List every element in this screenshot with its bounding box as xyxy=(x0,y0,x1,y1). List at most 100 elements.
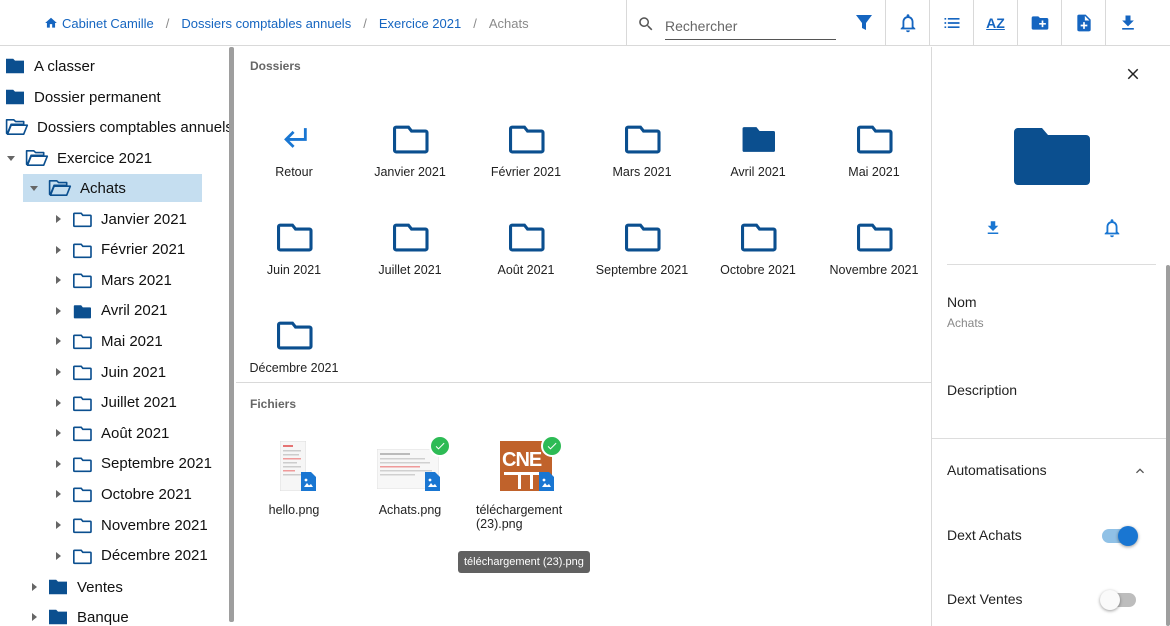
section-divider xyxy=(236,382,931,383)
tree-item-label: Mars 2021 xyxy=(101,271,172,289)
folder-label: Juillet 2021 xyxy=(378,263,442,277)
tree-item-label: Février 2021 xyxy=(101,241,186,259)
tree-item-achats[interactable]: Achats xyxy=(23,174,202,202)
chevron-right-icon[interactable] xyxy=(51,336,65,346)
automation-label: Dext Ventes xyxy=(947,591,1023,607)
download-icon xyxy=(1121,15,1134,30)
filter-icon[interactable] xyxy=(852,11,876,35)
tree-item-month[interactable]: Août 2021 xyxy=(51,419,169,447)
search-box xyxy=(626,0,842,46)
tree-item-label: Dossiers comptables annuels xyxy=(37,118,233,136)
folder-tile[interactable]: Janvier 2021 xyxy=(352,97,468,187)
tree-item-month[interactable]: Novembre 2021 xyxy=(51,511,208,539)
folder-tile[interactable]: Octobre 2021 xyxy=(700,195,816,285)
chevron-down-icon[interactable] xyxy=(27,183,41,193)
back-button[interactable]: Retour xyxy=(236,97,352,187)
chevron-right-icon[interactable] xyxy=(27,582,41,592)
breadcrumb-cabinet[interactable]: Cabinet Camille xyxy=(62,16,154,31)
close-icon[interactable] xyxy=(1124,65,1142,83)
chevron-right-icon[interactable] xyxy=(51,367,65,377)
chevron-right-icon[interactable] xyxy=(51,245,65,255)
dext-achats-toggle[interactable] xyxy=(1102,526,1138,546)
folder-tile[interactable]: Mars 2021 xyxy=(584,97,700,187)
breadcrumb-separator: / xyxy=(363,15,367,31)
folder-tile[interactable]: Septembre 2021 xyxy=(584,195,700,285)
search-input[interactable] xyxy=(665,13,836,40)
tree-item-banque[interactable]: Banque xyxy=(27,603,129,626)
download-icon[interactable] xyxy=(984,219,1002,237)
folder-tile[interactable]: Avril 2021 xyxy=(700,97,816,187)
folder-icon xyxy=(625,125,661,154)
list-view-button[interactable] xyxy=(929,0,973,46)
bell-icon[interactable] xyxy=(1101,217,1123,239)
tree-item-dossier-permanent[interactable]: Dossier permanent xyxy=(4,83,161,111)
automations-header[interactable]: Automatisations xyxy=(947,462,1047,478)
tree-item-month[interactable]: Avril 2021 xyxy=(51,297,167,325)
folder-tile[interactable]: Juillet 2021 xyxy=(352,195,468,285)
new-file-button[interactable] xyxy=(1061,0,1105,46)
tree-item-label: A classer xyxy=(34,57,95,75)
chevron-right-icon[interactable] xyxy=(51,459,65,469)
file-item-telechargement[interactable]: CNE téléchargement (23).png xyxy=(468,435,584,531)
folder-tile[interactable]: Août 2021 xyxy=(468,195,584,285)
chevron-up-icon[interactable] xyxy=(1132,463,1148,479)
folder-tile[interactable]: Mai 2021 xyxy=(816,97,932,187)
tree-item-label: Mai 2021 xyxy=(101,332,163,350)
chevron-right-icon[interactable] xyxy=(51,520,65,530)
dext-ventes-toggle[interactable] xyxy=(1100,590,1136,610)
folder-tile[interactable]: Novembre 2021 xyxy=(816,195,932,285)
breadcrumb-exercice[interactable]: Exercice 2021 xyxy=(379,16,461,31)
chevron-right-icon[interactable] xyxy=(51,551,65,561)
folder-label: Octobre 2021 xyxy=(720,263,796,277)
sidebar-scrollbar[interactable] xyxy=(229,47,234,622)
details-scrollbar[interactable] xyxy=(1166,265,1170,626)
details-divider xyxy=(932,438,1166,439)
chevron-right-icon[interactable] xyxy=(51,214,65,224)
tree-item-a-classer[interactable]: A classer xyxy=(4,52,95,80)
folder-tile[interactable]: Juin 2021 xyxy=(236,195,352,285)
new-folder-button[interactable] xyxy=(1017,0,1061,46)
file-name: Achats.png xyxy=(378,503,442,517)
chevron-right-icon[interactable] xyxy=(51,489,65,499)
tree-item-month[interactable]: Mai 2021 xyxy=(51,327,163,355)
tree-item-label: Exercice 2021 xyxy=(57,149,153,167)
tree-item-month[interactable]: Décembre 2021 xyxy=(51,542,208,570)
chevron-right-icon[interactable] xyxy=(51,306,65,316)
tree-item-month[interactable]: Octobre 2021 xyxy=(51,480,192,508)
tree-item-dossiers-comptables[interactable]: Dossiers comptables annuels xyxy=(4,113,233,141)
tree-item-label: Octobre 2021 xyxy=(101,485,192,503)
chevron-right-icon[interactable] xyxy=(51,428,65,438)
tree-item-month[interactable]: Mars 2021 xyxy=(51,266,172,294)
tree-item-month[interactable]: Juin 2021 xyxy=(51,358,166,386)
tree-item-month[interactable]: Janvier 2021 xyxy=(51,205,187,233)
download-button[interactable] xyxy=(1105,0,1149,46)
notifications-button[interactable] xyxy=(885,0,929,46)
folder-icon xyxy=(509,125,545,154)
breadcrumb-dossiers-comptables[interactable]: Dossiers comptables annuels xyxy=(181,16,351,31)
chevron-down-icon[interactable] xyxy=(4,153,18,163)
chevron-right-icon[interactable] xyxy=(51,275,65,285)
file-name: hello.png xyxy=(268,503,320,517)
tree-item-ventes[interactable]: Ventes xyxy=(27,573,123,601)
search-icon xyxy=(639,17,653,31)
description-label[interactable]: Description xyxy=(947,382,1017,398)
folder-icon xyxy=(393,223,429,252)
sort-button[interactable]: AZ xyxy=(973,0,1017,46)
new-file-icon xyxy=(1076,14,1091,32)
tree-item-month[interactable]: Juillet 2021 xyxy=(51,389,177,417)
automation-label: Dext Achats xyxy=(947,527,1022,543)
tree-item-label: Banque xyxy=(77,608,129,626)
file-thumbnail xyxy=(377,435,451,495)
folder-tile[interactable]: Décembre 2021 xyxy=(236,293,352,383)
tree-item-month[interactable]: Février 2021 xyxy=(51,236,185,264)
chevron-right-icon[interactable] xyxy=(27,612,41,622)
file-item-achats[interactable]: Achats.png xyxy=(352,435,468,517)
folder-icon xyxy=(625,223,661,252)
file-thumbnail: CNE xyxy=(496,435,563,495)
file-item-hello[interactable]: hello.png xyxy=(236,439,352,517)
tree-item-month[interactable]: Septembre 2021 xyxy=(51,450,212,478)
tree-item-exercice-2021[interactable]: Exercice 2021 xyxy=(4,144,152,172)
folder-icon xyxy=(73,212,92,228)
folder-tile[interactable]: Février 2021 xyxy=(468,97,584,187)
chevron-right-icon[interactable] xyxy=(51,398,65,408)
